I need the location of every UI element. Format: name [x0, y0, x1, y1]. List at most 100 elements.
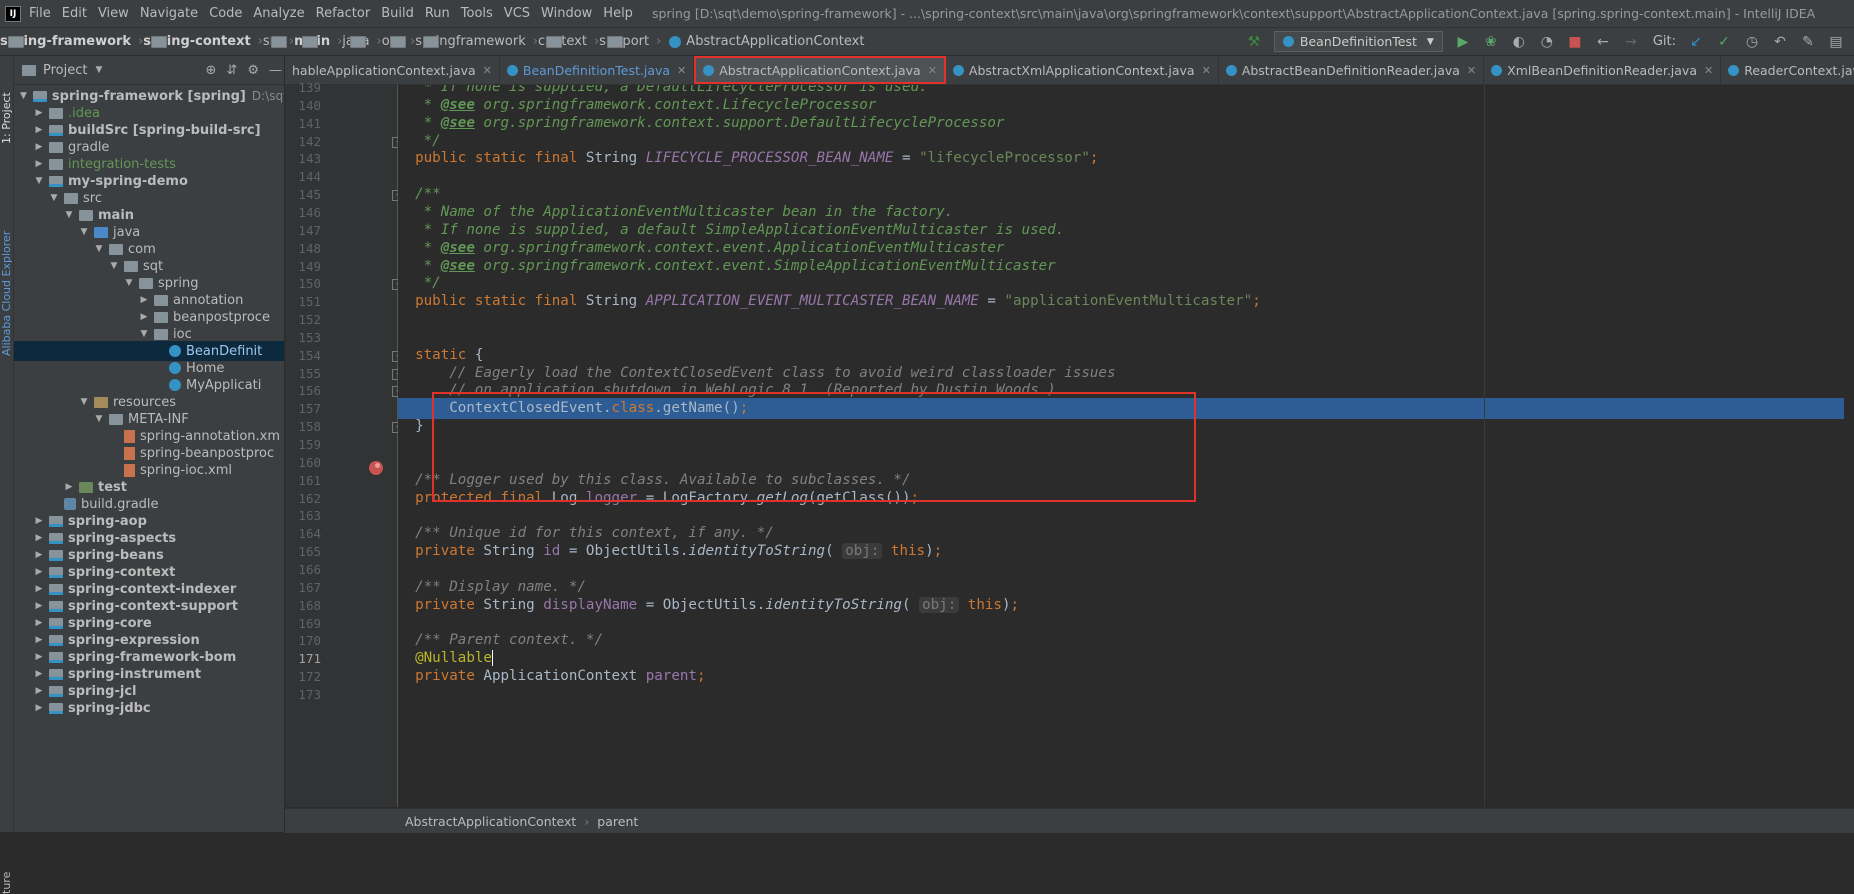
git-update-icon[interactable]: ↙: [1688, 34, 1704, 50]
collapse-icon[interactable]: ⇵: [226, 63, 237, 78]
breadcrumb-item[interactable]: support ›: [599, 34, 661, 49]
menu-vcs[interactable]: VCS: [504, 6, 530, 21]
expand-arrow-icon[interactable]: ▼: [110, 261, 118, 271]
expand-arrow-icon[interactable]: ▼: [80, 227, 88, 237]
tree-item-label: ioc: [173, 326, 192, 342]
hide-icon[interactable]: —: [269, 63, 282, 78]
breadcrumb-item[interactable]: springframework ›: [415, 34, 538, 49]
expand-arrow-icon[interactable]: ▼: [95, 244, 103, 254]
code-token: = ObjectUtils.: [560, 543, 689, 559]
build-hammer-icon[interactable]: ⚒: [1246, 34, 1262, 50]
chevron-down-icon[interactable]: ▼: [95, 65, 102, 75]
collapse-arrow-icon[interactable]: ▶: [35, 142, 43, 152]
breadcrumb-item[interactable]: org›: [382, 34, 416, 49]
menu-file[interactable]: File: [29, 6, 51, 21]
collapse-arrow-icon[interactable]: ▶: [35, 686, 43, 696]
close-icon[interactable]: ✕: [1467, 64, 1476, 77]
menu-navigate[interactable]: Navigate: [140, 6, 198, 21]
collapse-arrow-icon[interactable]: ▶: [35, 108, 43, 118]
code-token: @see: [440, 115, 475, 131]
expand-arrow-icon[interactable]: ▼: [80, 397, 88, 407]
menu-run[interactable]: Run: [425, 6, 450, 21]
collapse-arrow-icon[interactable]: ▶: [35, 635, 43, 645]
editor-tab[interactable]: AbstractBeanDefinitionReader.java ✕: [1219, 56, 1485, 84]
collapse-arrow-icon[interactable]: ▶: [35, 567, 43, 577]
tree-item-label: spring-beanpostproc: [140, 445, 275, 461]
collapse-arrow-icon[interactable]: ▶: [35, 533, 43, 543]
footer-crumb-class[interactable]: AbstractApplicationContext: [405, 814, 576, 829]
collapse-arrow-icon[interactable]: ▶: [35, 703, 43, 713]
run-icon[interactable]: ▶: [1455, 34, 1471, 50]
menu-window[interactable]: Window: [541, 6, 592, 21]
git-commit-icon[interactable]: ✓: [1716, 34, 1732, 50]
footer-crumb-field[interactable]: parent: [597, 814, 638, 829]
breadcrumb-item[interactable]: AbstractApplicationContext: [661, 34, 864, 49]
coverage-icon[interactable]: ◐: [1511, 34, 1527, 50]
module-folder-icon: [49, 651, 63, 663]
project-panel-title[interactable]: Project: [43, 63, 87, 78]
breadcrumb-item[interactable]: spring-context ›: [143, 34, 263, 49]
editor-tab[interactable]: BeanDefinitionTest.java ✕: [500, 56, 695, 84]
expand-arrow-icon[interactable]: ▼: [125, 278, 133, 288]
breakpoint-icon[interactable]: [369, 461, 383, 475]
menu-help[interactable]: Help: [603, 6, 633, 21]
menu-analyze[interactable]: Analyze: [253, 6, 304, 21]
collapse-arrow-icon[interactable]: ▶: [35, 125, 43, 135]
collapse-arrow-icon[interactable]: ▶: [35, 601, 43, 611]
breadcrumb-item[interactable]: java›: [342, 34, 381, 49]
collapse-arrow-icon[interactable]: ▶: [35, 618, 43, 628]
editor-tab[interactable]: AbstractXmlApplicationContext.java ✕: [946, 56, 1219, 84]
editor-tab-active[interactable]: AbstractApplicationContext.java ✕: [694, 56, 946, 84]
collapse-arrow-icon[interactable]: ▶: [35, 584, 43, 594]
debug-icon[interactable]: ❀: [1483, 34, 1499, 50]
collapse-arrow-icon[interactable]: ▶: [140, 295, 148, 305]
expand-arrow-icon[interactable]: ▼: [140, 329, 148, 339]
collapse-arrow-icon[interactable]: ▶: [35, 159, 43, 169]
expand-arrow-icon[interactable]: ▼: [20, 91, 27, 101]
alibaba-cloud-tool-tab[interactable]: Alibaba Cloud Explorer: [0, 206, 13, 356]
forward-icon[interactable]: →: [1623, 34, 1639, 50]
editor-scrollbar[interactable]: [1844, 85, 1854, 807]
editor-tab[interactable]: XmlBeanDefinitionReader.java ✕: [1484, 56, 1722, 84]
project-tool-tab[interactable]: 1: Project: [0, 64, 13, 144]
editor-tab[interactable]: ReaderContext.java✕: [1721, 56, 1854, 84]
profile-icon[interactable]: ◔: [1539, 34, 1555, 50]
tree-item[interactable]: ▶ spring-jdbc: [14, 698, 284, 718]
run-configuration-select[interactable]: BeanDefinitionTest ▼: [1273, 31, 1443, 52]
collapse-arrow-icon[interactable]: ▶: [140, 312, 148, 322]
menu-refactor[interactable]: Refactor: [316, 6, 371, 21]
expand-arrow-icon[interactable]: ▼: [95, 414, 103, 424]
close-icon[interactable]: ✕: [1704, 64, 1713, 77]
git-rollback-icon[interactable]: ↶: [1772, 34, 1788, 50]
close-icon[interactable]: ✕: [677, 64, 686, 77]
menu-tools[interactable]: Tools: [461, 6, 493, 21]
back-icon[interactable]: ←: [1595, 34, 1611, 50]
menu-build[interactable]: Build: [381, 6, 414, 21]
collapse-arrow-icon[interactable]: ▶: [65, 482, 73, 492]
expand-arrow-icon[interactable]: ▼: [65, 210, 73, 220]
close-icon[interactable]: ✕: [1202, 64, 1211, 77]
git-history-icon[interactable]: ◷: [1744, 34, 1760, 50]
expand-arrow-icon[interactable]: ▼: [35, 176, 43, 186]
menu-edit[interactable]: Edit: [62, 6, 87, 21]
structure-tool-tab[interactable]: ture: [0, 864, 13, 894]
locate-icon[interactable]: ⊕: [206, 63, 217, 78]
collapse-arrow-icon[interactable]: ▶: [35, 652, 43, 662]
breadcrumb-item[interactable]: context ›: [538, 34, 599, 49]
menu-code[interactable]: Code: [209, 6, 242, 21]
class-icon: [1491, 64, 1503, 76]
edit-icon[interactable]: ✎: [1800, 34, 1816, 50]
breadcrumb-item[interactable]: src›: [263, 34, 294, 49]
layout-icon[interactable]: ▤: [1828, 34, 1844, 50]
close-icon[interactable]: ✕: [928, 64, 937, 77]
expand-arrow-icon[interactable]: ▼: [50, 193, 58, 203]
breadcrumb-item[interactable]: main›: [294, 34, 342, 49]
collapse-arrow-icon[interactable]: ▶: [35, 516, 43, 526]
settings-gear-icon[interactable]: ⚙: [247, 63, 259, 78]
collapse-arrow-icon[interactable]: ▶: [35, 550, 43, 560]
menu-view[interactable]: View: [98, 6, 129, 21]
breadcrumb-item[interactable]: spring-framework ›: [0, 34, 143, 49]
close-icon[interactable]: ✕: [483, 64, 492, 77]
collapse-arrow-icon[interactable]: ▶: [35, 669, 43, 679]
stop-icon[interactable]: ■: [1567, 34, 1583, 50]
